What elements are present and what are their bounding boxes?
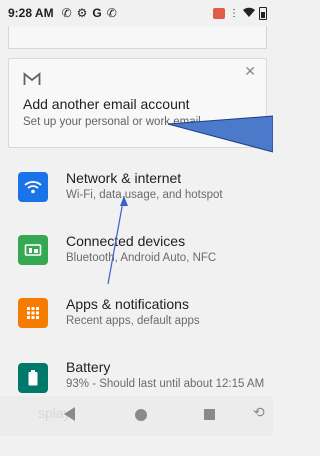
settings-item-desc: 93% - Should last until about 12:15 AM bbox=[66, 378, 265, 390]
devices-icon bbox=[18, 235, 48, 265]
settings-item-battery[interactable]: Battery 93% - Should last until about 12… bbox=[0, 357, 273, 397]
navigation-bar: splay ⟲ bbox=[0, 396, 273, 436]
notification-icon bbox=[213, 7, 225, 19]
card-title: Add another email account bbox=[23, 96, 190, 112]
status-icons: ✆ ⚙ G ✆ bbox=[62, 6, 117, 20]
settings-item-desc: Wi-Fi, data usage, and hotspot bbox=[66, 189, 223, 201]
email-suggestion-card[interactable]: ✕ Add another email account Set up your … bbox=[8, 58, 267, 148]
status-bar: 9:28 AM ✆ ⚙ G ✆ ⋮ bbox=[0, 0, 273, 26]
status-right-icons: ⋮ bbox=[213, 6, 267, 20]
settings-item-network[interactable]: Network & internet Wi-Fi, data usage, an… bbox=[0, 168, 273, 224]
phone-icon: ✆ bbox=[106, 6, 117, 20]
status-time: 9:28 AM bbox=[8, 6, 54, 20]
settings-item-desc: Bluetooth, Android Auto, NFC bbox=[66, 252, 217, 264]
gmail-icon bbox=[23, 72, 41, 91]
settings-item-connected-devices[interactable]: Connected devices Bluetooth, Android Aut… bbox=[0, 231, 273, 287]
recent-apps-icon[interactable] bbox=[204, 409, 215, 420]
wifi-icon bbox=[18, 172, 48, 202]
gear-icon: ⚙ bbox=[76, 6, 88, 20]
settings-item-label: Network & internet bbox=[66, 170, 182, 186]
card-subtitle: Set up your personal or work email bbox=[23, 116, 201, 128]
settings-item-desc: Recent apps, default apps bbox=[66, 315, 200, 327]
settings-item-label: Apps & notifications bbox=[66, 296, 189, 312]
settings-item-label: Connected devices bbox=[66, 233, 186, 249]
battery-icon bbox=[18, 363, 48, 393]
back-icon[interactable] bbox=[64, 407, 75, 421]
home-icon[interactable] bbox=[135, 409, 147, 421]
close-icon[interactable]: ✕ bbox=[244, 63, 256, 80]
rotate-icon[interactable]: ⟲ bbox=[253, 404, 265, 421]
apps-icon bbox=[18, 298, 48, 328]
suggestion-card-top bbox=[8, 26, 267, 49]
wifi-status-icon bbox=[243, 6, 255, 20]
settings-item-label: Battery bbox=[66, 359, 111, 375]
vibrate-icon: ⋮ bbox=[229, 7, 239, 19]
battery-status-icon bbox=[259, 6, 267, 20]
google-g-icon: G bbox=[92, 6, 102, 20]
phone-icon: ✆ bbox=[61, 6, 72, 20]
settings-item-apps[interactable]: Apps & notifications Recent apps, defaul… bbox=[0, 294, 273, 350]
